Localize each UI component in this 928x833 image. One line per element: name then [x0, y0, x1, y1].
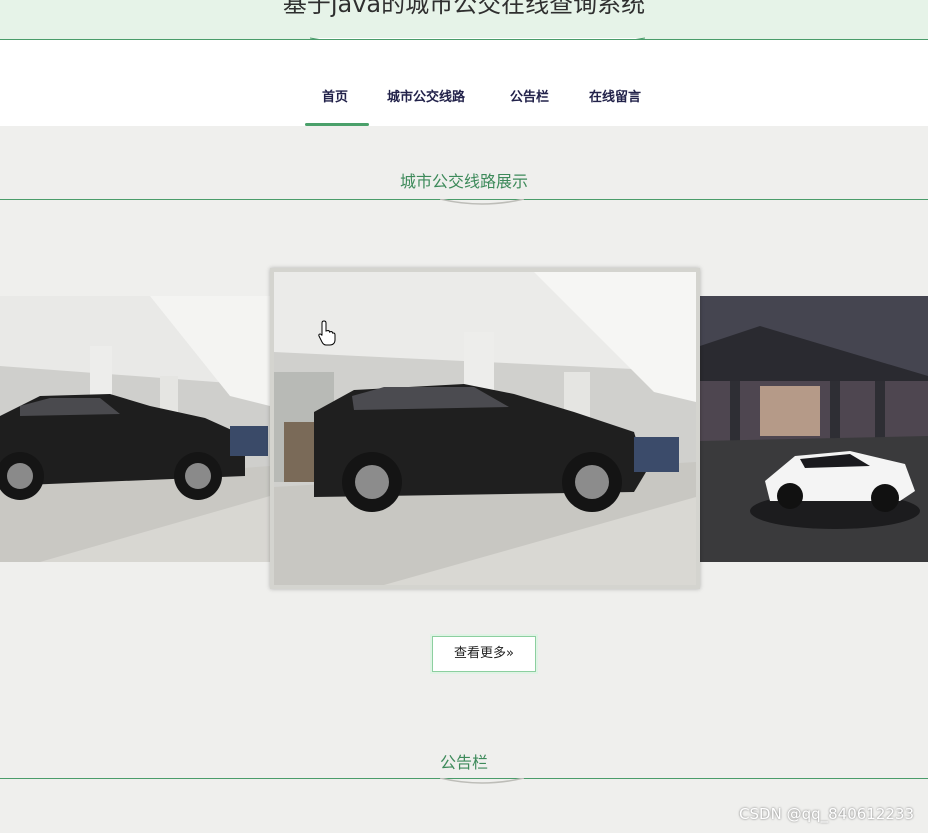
nav-item-message-board[interactable]: 在线留言 — [589, 88, 641, 108]
nav-item-home[interactable]: 首页 — [322, 88, 348, 108]
routes-section-curve-decoration — [440, 199, 524, 205]
sports-car-image — [700, 296, 928, 562]
notice-section-title: 公告栏 — [439, 753, 488, 772]
main-nav: 首页 城市公交线路 公告栏 在线留言 — [0, 40, 928, 126]
nav-item-notice-board[interactable]: 公告栏 — [510, 88, 549, 108]
view-more-button[interactable]: 查看更多» — [432, 636, 536, 672]
nav-item-bus-routes[interactable]: 城市公交线路 — [387, 88, 465, 108]
hand-pointer-cursor-icon — [318, 320, 336, 346]
carousel-slide-next[interactable] — [700, 296, 928, 562]
csdn-watermark: CSDN @qq_840612233 — [739, 805, 914, 823]
nav-active-indicator — [305, 123, 369, 126]
notice-section-curve-decoration — [440, 778, 524, 784]
suv-showroom-image — [0, 296, 270, 562]
suv-showroom-image — [274, 272, 696, 585]
carousel-slide-prev[interactable] — [0, 296, 270, 562]
site-title: 基于java的城市公交在线查询系统 — [282, 0, 646, 18]
carousel-slide-active[interactable] — [270, 268, 700, 589]
routes-section-title: 城市公交线路展示 — [399, 172, 528, 191]
site-header: 基于java的城市公交在线查询系统 — [0, 0, 928, 40]
